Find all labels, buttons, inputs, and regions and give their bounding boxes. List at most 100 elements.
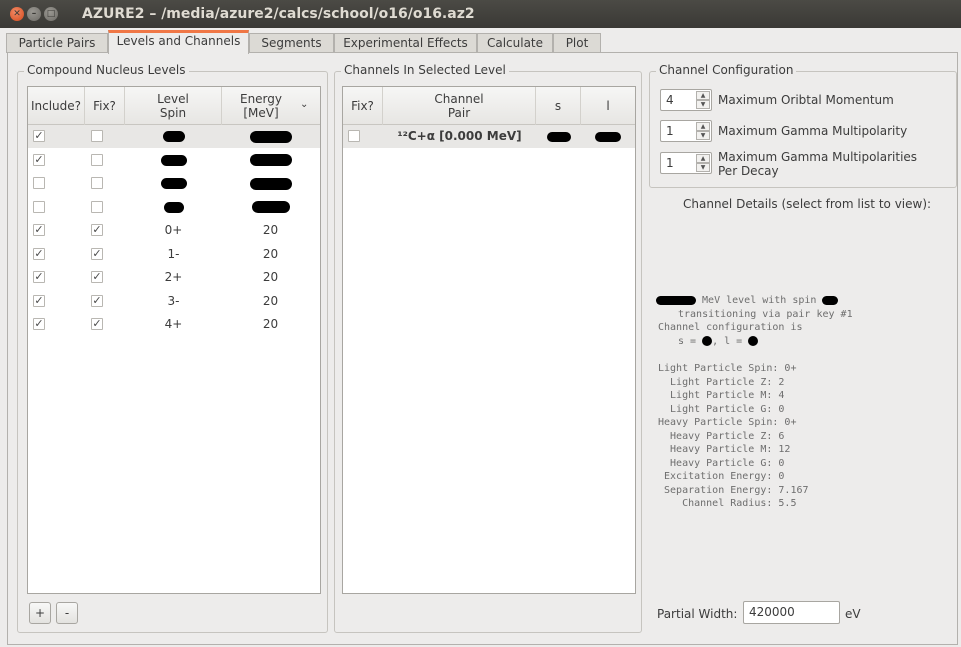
partial-width-label: Partial Width: [657, 607, 738, 621]
partial-width-input[interactable]: 420000 [743, 601, 840, 624]
maximize-window-button[interactable]: □ [44, 7, 58, 21]
minimize-window-button[interactable]: – [27, 7, 41, 21]
level-spin-cell[interactable]: 2+ [125, 266, 222, 289]
spin-up-icon[interactable]: ▲ [696, 91, 710, 100]
tab-calculate[interactable]: Calculate [477, 33, 553, 53]
level-row[interactable]: ✓ ✓ 3- 20 [28, 290, 320, 313]
redacted-spin [160, 178, 187, 189]
level-row[interactable]: ✓ [28, 125, 320, 148]
channel-pair-column-header[interactable]: Channel Pair [383, 87, 536, 125]
particle-property-line: Heavy Particle Spin: 0+ [658, 417, 797, 428]
fix-checkbox[interactable]: ✓ [91, 294, 103, 307]
fix-checkbox[interactable] [91, 153, 103, 166]
fix-checkbox[interactable]: ✓ [91, 318, 103, 330]
level-row[interactable]: ✓ ✓ 2+ 20 [28, 266, 320, 289]
level-energy-cell[interactable]: 20 [222, 266, 319, 289]
fix-column-header[interactable]: Fix? [343, 87, 383, 125]
redacted-energy [249, 130, 292, 143]
redacted-s [546, 131, 571, 142]
include-checkbox[interactable]: ✓ [33, 153, 45, 166]
level-row[interactable]: ✓ ✓ 4+ 20 [28, 313, 320, 336]
level-spin-cell[interactable]: 0+ [125, 219, 222, 242]
levels-table-header: Include? Fix? Level Spin Energy [MeV] ⌄ [28, 87, 320, 125]
tab-plot[interactable]: Plot [553, 33, 601, 53]
redacted-l [748, 336, 759, 346]
level-energy-cell[interactable]: 20 [222, 243, 319, 266]
close-window-button[interactable]: ✕ [10, 7, 24, 21]
level-spin-cell[interactable] [125, 196, 222, 219]
details-line3: Channel configuration is [658, 322, 803, 333]
details-line-level: MeV level with spin [656, 294, 839, 308]
spin-down-icon[interactable]: ▼ [696, 100, 710, 109]
level-spin-cell[interactable]: 3- [125, 290, 222, 313]
include-column-header[interactable]: Include? [28, 87, 85, 125]
include-checkbox[interactable]: ✓ [33, 224, 45, 236]
fix-column-header[interactable]: Fix? [85, 87, 125, 125]
include-checkbox[interactable]: ✓ [33, 318, 45, 330]
tab-experimental-effects[interactable]: Experimental Effects [334, 33, 477, 53]
include-checkbox[interactable]: ✓ [33, 271, 45, 283]
include-checkbox[interactable]: ✓ [33, 130, 45, 142]
level-row[interactable]: ✓ ✓ 1- 20 [28, 243, 320, 266]
include-checkbox[interactable] [33, 177, 45, 189]
fix-checkbox[interactable] [91, 200, 103, 213]
level-row[interactable]: ✓ [28, 149, 320, 172]
tab-particle-pairs[interactable]: Particle Pairs [6, 33, 108, 53]
channel-pair-cell[interactable]: ¹²C+α [0.000 MeV] [383, 125, 536, 148]
tab-segments[interactable]: Segments [249, 33, 334, 53]
remove-level-button[interactable]: - [56, 602, 78, 624]
fix-checkbox[interactable] [91, 130, 103, 142]
redacted-energy [249, 177, 292, 190]
level-energy-cell[interactable] [222, 196, 319, 219]
spin-up-icon[interactable]: ▲ [696, 154, 710, 163]
partial-width-unit: eV [845, 607, 861, 621]
include-checkbox[interactable]: ✓ [33, 247, 45, 260]
fix-checkbox[interactable]: ✓ [91, 224, 103, 236]
level-spin-cell[interactable]: 1- [125, 243, 222, 266]
max-gamma-per-decay-spinbox[interactable]: 1 ▲ ▼ [660, 152, 712, 174]
level-energy-cell[interactable]: 20 [222, 290, 319, 313]
redacted-energy [251, 201, 290, 213]
channels-table[interactable]: Fix? Channel Pair s l ¹²C+α [0.000 MeV] [342, 86, 636, 594]
details-line2: transitioning via pair key #1 [678, 309, 853, 320]
s-column-header[interactable]: s [536, 87, 581, 125]
fix-checkbox[interactable]: ✓ [91, 271, 103, 283]
particle-property-line: Heavy Particle M: 12 [658, 444, 791, 455]
levels-table[interactable]: Include? Fix? Level Spin Energy [MeV] ⌄ … [27, 86, 321, 594]
fix-checkbox[interactable] [348, 130, 360, 142]
level-row[interactable]: ✓ ✓ 0+ 20 [28, 219, 320, 242]
max-gamma-per-decay-label: Maximum Gamma Multipolarities Per Decay [718, 150, 918, 178]
include-checkbox[interactable] [33, 200, 45, 213]
level-spin-cell[interactable] [125, 172, 222, 195]
tab-levels-and-channels[interactable]: Levels and Channels [108, 30, 249, 54]
fix-checkbox[interactable]: ✓ [91, 247, 103, 260]
spin-down-icon[interactable]: ▼ [696, 163, 710, 172]
level-row[interactable] [28, 172, 320, 195]
l-column-header[interactable]: l [581, 87, 635, 125]
redacted-l [595, 131, 621, 142]
include-checkbox[interactable]: ✓ [33, 294, 45, 307]
level-energy-cell[interactable] [222, 172, 319, 195]
max-orbital-momentum-spinbox[interactable]: 4 ▲ ▼ [660, 89, 712, 111]
level-energy-cell[interactable] [222, 125, 319, 148]
level-spin-cell[interactable]: 4+ [125, 313, 222, 336]
level-energy-cell[interactable] [222, 149, 319, 172]
level-spin-cell[interactable] [125, 125, 222, 148]
spin-up-icon[interactable]: ▲ [696, 122, 710, 131]
channel-s-cell[interactable] [536, 125, 581, 148]
level-energy-cell[interactable]: 20 [222, 313, 319, 336]
spin-down-icon[interactable]: ▼ [696, 131, 710, 140]
energy-column-header[interactable]: Energy [MeV] [222, 87, 300, 125]
channel-row[interactable]: ¹²C+α [0.000 MeV] [343, 125, 635, 148]
particle-properties: Light Particle Spin: 0+ Light Particle Z… [658, 362, 809, 511]
level-spin-cell[interactable] [125, 149, 222, 172]
spin-column-header[interactable]: Level Spin [125, 87, 222, 125]
level-energy-cell[interactable]: 20 [222, 219, 319, 242]
max-gamma-multipolarity-spinbox[interactable]: 1 ▲ ▼ [660, 120, 712, 142]
level-row[interactable] [28, 196, 320, 219]
fix-checkbox[interactable] [91, 177, 103, 189]
channel-l-cell[interactable] [581, 125, 635, 148]
particle-property-line: Light Particle Spin: 0+ [658, 363, 797, 374]
sort-chevron-down-icon[interactable]: ⌄ [300, 99, 308, 110]
add-level-button[interactable]: + [29, 602, 51, 624]
